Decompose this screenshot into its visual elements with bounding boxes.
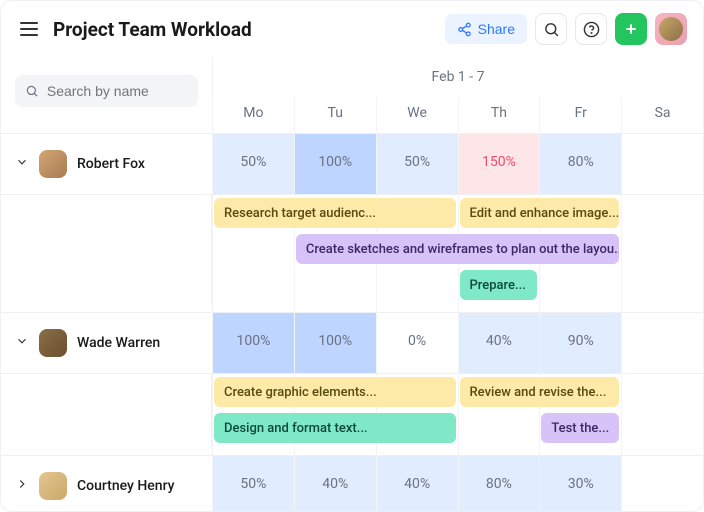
workload-cell: 80% xyxy=(539,134,621,195)
day-header: We xyxy=(376,97,458,134)
search-button[interactable] xyxy=(535,13,567,45)
task-bar[interactable]: Edit and enhance image... xyxy=(460,198,620,228)
search-icon xyxy=(25,83,39,99)
workload-cell: 50% xyxy=(376,134,458,195)
task-bar[interactable]: Create sketches and wireframes to plan o… xyxy=(296,234,619,264)
day-header: Sa xyxy=(621,97,703,134)
member-row: Wade Warren xyxy=(1,313,212,374)
workload-cell: 40% xyxy=(376,456,458,512)
task-row: Create sketches and wireframes to plan o… xyxy=(1,231,703,267)
day-header: Tu xyxy=(294,97,376,134)
plus-icon xyxy=(623,21,639,37)
workload-cell: 90% xyxy=(539,313,621,374)
task-bar[interactable]: Research target audienc... xyxy=(214,198,456,228)
member-row: Courtney Henry xyxy=(1,456,212,512)
page-title: Project Team Workload xyxy=(53,18,433,41)
workload-cell: 150% xyxy=(458,134,540,195)
member-avatar xyxy=(39,150,67,178)
workload-cell: 100% xyxy=(294,313,376,374)
task-bar[interactable]: Design and format text... xyxy=(214,413,456,443)
workload-cell xyxy=(621,134,703,195)
member-avatar xyxy=(39,472,67,500)
workload-cell: 0% xyxy=(376,313,458,374)
workload-cell: 30% xyxy=(539,456,621,512)
workload-cell: 40% xyxy=(294,456,376,512)
task-bar[interactable]: Prepare... xyxy=(460,270,538,300)
workload-cell: 50% xyxy=(212,134,294,195)
task-bar[interactable]: Create graphic elements... xyxy=(214,377,456,407)
share-icon xyxy=(457,22,472,37)
help-button[interactable] xyxy=(575,13,607,45)
chevron-down-icon[interactable] xyxy=(15,334,29,352)
share-label: Share xyxy=(478,21,515,37)
member-name: Robert Fox xyxy=(77,156,145,172)
workload-cell xyxy=(621,456,703,512)
help-icon xyxy=(583,21,600,38)
task-row: Create graphic elements...Review and rev… xyxy=(1,374,703,410)
member-name: Wade Warren xyxy=(77,335,160,351)
workload-cell: 100% xyxy=(212,313,294,374)
workload-cell: 100% xyxy=(294,134,376,195)
workload-cell xyxy=(621,313,703,374)
add-button[interactable] xyxy=(615,13,647,45)
day-header: Mo xyxy=(212,97,294,134)
workload-cell: 80% xyxy=(458,456,540,512)
chevron-right-icon[interactable] xyxy=(15,477,29,495)
member-row: Robert Fox xyxy=(1,134,212,195)
task-bar[interactable]: Review and revise the... xyxy=(460,377,620,407)
task-row: Research target audienc...Edit and enhan… xyxy=(1,195,703,231)
day-header: Th xyxy=(458,97,540,134)
member-name: Courtney Henry xyxy=(77,478,175,494)
search-input-wrapper[interactable] xyxy=(15,75,198,107)
chevron-down-icon[interactable] xyxy=(15,155,29,173)
task-bar[interactable]: Test the... xyxy=(541,413,619,443)
menu-icon[interactable] xyxy=(17,17,41,41)
workload-cell: 50% xyxy=(212,456,294,512)
date-range: Feb 1 - 7 xyxy=(212,57,703,97)
user-avatar[interactable] xyxy=(655,13,687,45)
member-avatar xyxy=(39,329,67,357)
search-input[interactable] xyxy=(47,83,188,99)
search-icon xyxy=(543,21,560,38)
share-button[interactable]: Share xyxy=(445,14,527,44)
day-header: Fr xyxy=(539,97,621,134)
workload-cell: 40% xyxy=(458,313,540,374)
task-row: Prepare... xyxy=(1,267,703,303)
task-row: Design and format text... Test the... xyxy=(1,410,703,446)
